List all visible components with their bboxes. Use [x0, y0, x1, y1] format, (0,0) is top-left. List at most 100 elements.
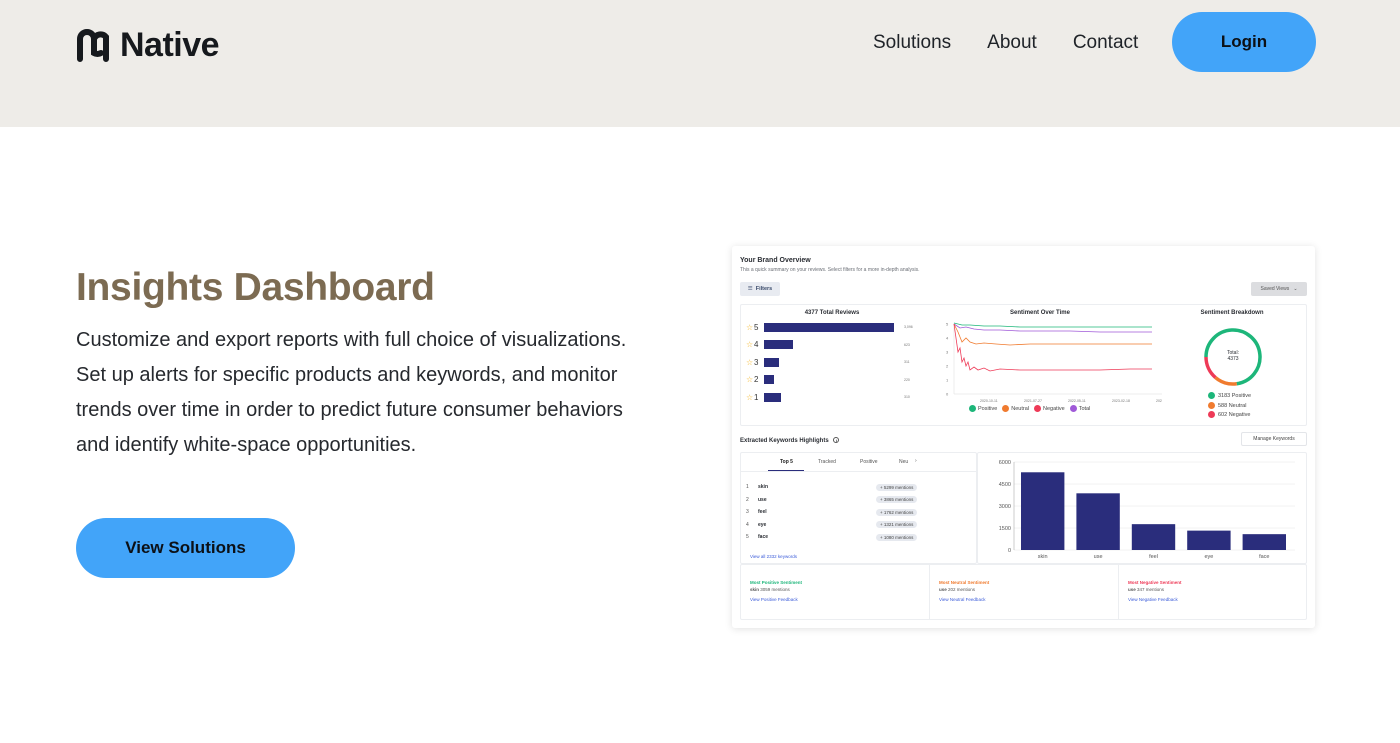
filters-button[interactable]: ☰ Filters	[740, 282, 780, 296]
neutral-check-icon	[1002, 405, 1010, 412]
keyword-bar	[1076, 493, 1120, 550]
site-header: Native Solutions About Contact Login	[0, 0, 1400, 127]
nav-contact[interactable]: Contact	[1073, 31, 1138, 55]
star-icon: ☆	[746, 392, 754, 402]
login-button[interactable]: Login	[1172, 12, 1316, 72]
positive-check-icon	[1208, 392, 1215, 400]
legend-total: Total	[1078, 405, 1091, 412]
nav-about[interactable]: About	[987, 31, 1037, 55]
keyword-rank: 3	[746, 509, 749, 515]
mentions-badge: + 5299 mentions	[876, 483, 918, 491]
brand-name: Native	[120, 26, 220, 64]
keyword-bar	[1187, 530, 1231, 550]
x-tick-label: use	[1094, 554, 1103, 560]
x-tick-label: skin	[1038, 554, 1048, 560]
rating-bar	[764, 392, 781, 402]
x-tick-label: 2022-05-11	[1068, 399, 1086, 403]
sentiment-line-chart: 5 4 3 2 1 0 2020-10-11 2021-07-27 2022-05-11 202…	[946, 322, 1162, 403]
most-positive-word: skin	[750, 587, 760, 592]
tab-tracked[interactable]: Tracked	[818, 459, 836, 465]
rating-bar	[764, 340, 793, 349]
y-tick-label: 2	[946, 364, 949, 369]
star-icon: ☆	[746, 357, 754, 367]
y-tick-label: 0	[1008, 548, 1011, 554]
rating-bar	[764, 322, 894, 332]
keyword-bar	[1021, 472, 1065, 550]
x-tick-label: 2023-02-18	[1112, 399, 1130, 403]
rating-count: 311	[904, 360, 910, 364]
positive-check-icon	[969, 405, 976, 412]
keyword-row[interactable]: 1 skin + 5299 mentions	[746, 482, 926, 492]
sentiment-over-time-title: Sentiment Over Time	[1010, 310, 1070, 316]
most-negative-word: use	[1128, 587, 1136, 592]
keyword-bar	[1131, 524, 1176, 550]
view-all-keywords-link[interactable]: View all 2332 keywords	[750, 554, 797, 559]
keyword-rank: 2	[746, 496, 749, 503]
keyword-row[interactable]: 5 face + 1080 mentions	[746, 532, 926, 542]
total-check-icon	[1069, 405, 1077, 412]
keyword-row[interactable]: 4 eye + 1321 mentions	[746, 520, 926, 530]
keyword-bar	[1242, 534, 1286, 550]
legend-negative: Negative	[1043, 405, 1065, 412]
star-icon: ☆	[746, 375, 754, 384]
saved-views-button[interactable]: Saved Views ⌄	[1251, 282, 1307, 296]
main-nav: Solutions About Contact	[873, 31, 1174, 55]
most-positive-count: 3059 mentions	[760, 587, 790, 592]
chevron-right-icon[interactable]: ›	[915, 458, 917, 464]
x-tick-label: 2020-10-11	[980, 399, 998, 403]
x-tick-label: 2024-01-	[1156, 399, 1162, 403]
keyword-rank: 5	[746, 534, 749, 540]
keyword-word: face	[758, 534, 769, 540]
brand-logo[interactable]: Native	[76, 26, 220, 65]
info-icon: i	[833, 437, 840, 443]
rating-count: 310	[904, 395, 910, 399]
donut-center-value: 4373	[1227, 356, 1239, 362]
hero-title: Insights Dashboard	[76, 266, 435, 309]
view-neutral-feedback-link[interactable]: View Neutral Feedback	[939, 597, 989, 602]
rating-row: ☆ 1	[746, 391, 781, 403]
breakdown-negative: 602 Negative	[1218, 412, 1251, 418]
y-tick-label: 5	[946, 322, 949, 327]
view-solutions-button[interactable]: View Solutions	[76, 518, 295, 578]
y-tick-label: 4500	[999, 482, 1011, 488]
keyword-row[interactable]: 3 feel + 1762 mentions	[746, 507, 926, 517]
summary-divider-1	[929, 564, 930, 620]
manage-keywords-button[interactable]: Manage Keywords	[1241, 432, 1307, 446]
rating-bar	[764, 357, 780, 367]
x-tick-label: 2021-07-27	[1024, 399, 1042, 403]
donut-center: Total: 4373	[1212, 350, 1254, 362]
tab-top5[interactable]: Top 5	[780, 459, 793, 465]
view-positive-feedback-link[interactable]: View Positive Feedback	[750, 597, 802, 602]
breakdown-neutral: 588 Neutral	[1218, 402, 1247, 409]
most-positive-summary: Most Positive Sentiment skin 3059 mentio…	[750, 580, 802, 602]
y-tick-label: 3	[946, 350, 949, 355]
tab-neutral[interactable]: Neu	[899, 459, 908, 465]
nav-solutions[interactable]: Solutions	[873, 31, 951, 55]
most-positive-stat: skin 3059 mentions	[750, 587, 802, 592]
keyword-row[interactable]: 2 use + 3865 mentions	[746, 495, 926, 505]
keyword-word: skin	[758, 484, 769, 490]
view-negative-feedback-link[interactable]: View Negative Feedback	[1128, 597, 1182, 602]
dashboard-preview: Your Brand Overview This a quick summary…	[732, 246, 1315, 628]
native-logo-icon	[77, 28, 109, 62]
mentions-badge: + 1762 mentions	[876, 508, 918, 516]
chevron-down-icon: ⌄	[1293, 286, 1298, 292]
total-series-line	[953, 323, 1152, 333]
rating-row: ☆ 2	[746, 374, 775, 386]
breakdown-list: 3183 Positive 588 Neutral 602 Negative	[1208, 392, 1251, 421]
x-tick-label: eye	[1204, 554, 1213, 560]
breakdown-positive: 3183 Positive	[1218, 393, 1252, 399]
keywords-title: Extracted Keywords Highlights i	[740, 437, 840, 444]
keywords-title-text: Extracted Keywords Highlights	[740, 438, 829, 444]
negative-check-icon	[1034, 405, 1041, 412]
tabs-divider	[740, 471, 977, 472]
hero-description: Customize and export reports with full c…	[76, 329, 627, 456]
tab-positive[interactable]: Positive	[860, 459, 878, 465]
saved-views-label: Saved Views	[1260, 286, 1290, 292]
legend-positive: Positive	[978, 405, 998, 412]
most-negative-summary: Most Negative Sentiment use 347 mentions…	[1128, 580, 1182, 602]
keyword-word: eye	[758, 521, 767, 528]
y-tick-label: 4	[946, 336, 949, 341]
rating-row: ☆ 4	[746, 339, 793, 351]
rating-stars: 2	[754, 375, 759, 384]
